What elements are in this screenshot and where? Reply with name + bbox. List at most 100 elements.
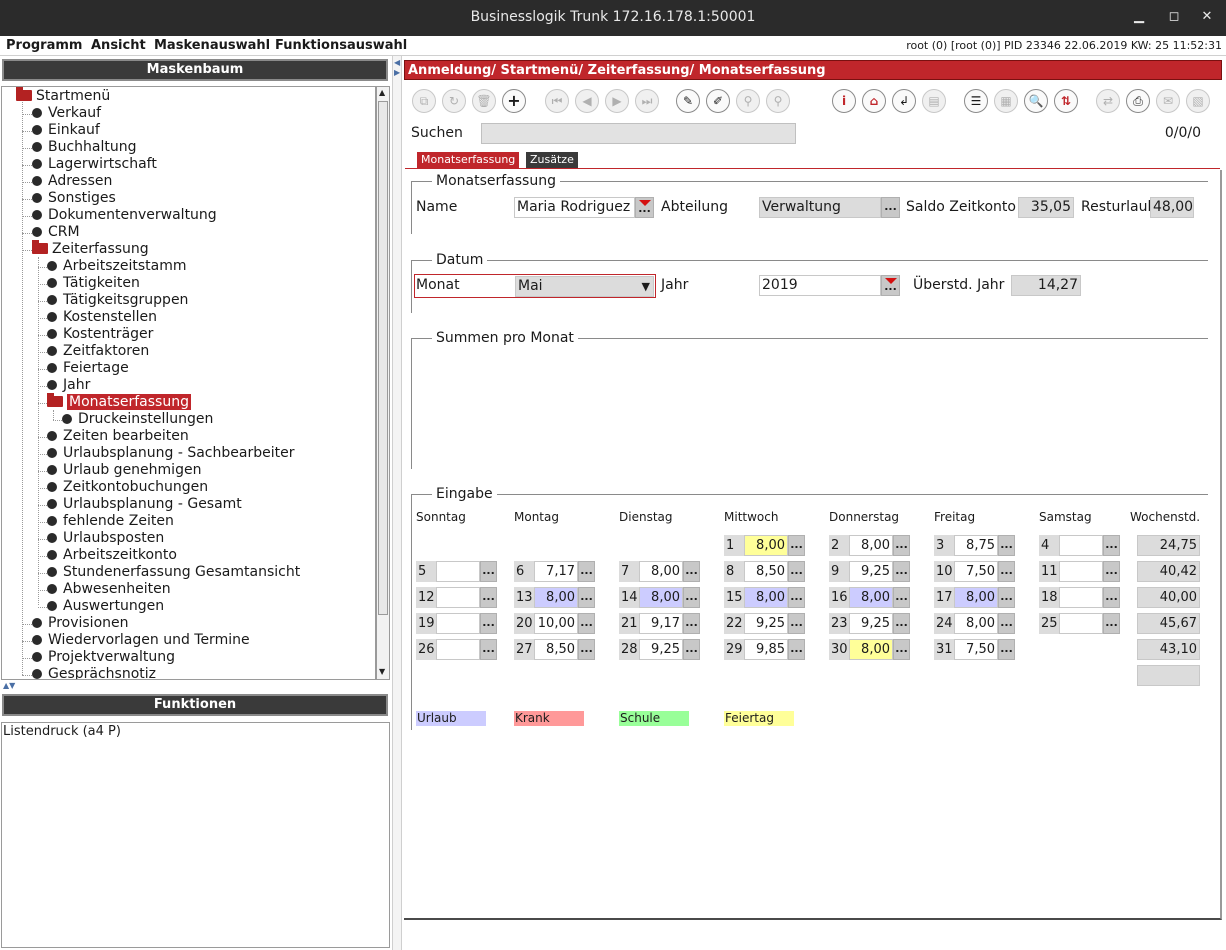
tree-item[interactable]: CRM bbox=[32, 224, 80, 241]
day-detail-button[interactable]: ... bbox=[683, 613, 700, 634]
sort-icon[interactable]: ⇅ bbox=[1054, 89, 1078, 113]
tree-item[interactable]: Zeitfaktoren bbox=[47, 343, 149, 360]
day-hours-input[interactable]: 8,00 bbox=[849, 535, 893, 556]
name-lookup-button[interactable]: ... bbox=[635, 197, 654, 218]
abteilung-lookup-button[interactable]: ... bbox=[881, 197, 900, 218]
day-hours-input[interactable]: 8,00 bbox=[639, 587, 683, 608]
day-detail-button[interactable]: ... bbox=[893, 587, 910, 608]
day-hours-input[interactable]: 8,00 bbox=[849, 639, 893, 660]
vertical-splitter[interactable]: ◀ ▶ bbox=[392, 56, 402, 950]
minimize-icon[interactable]: ▁ bbox=[1130, 8, 1148, 26]
back-icon[interactable]: ↲ bbox=[892, 89, 916, 113]
tree-item[interactable]: Wiedervorlagen und Termine bbox=[32, 632, 250, 649]
day-detail-button[interactable]: ... bbox=[578, 639, 595, 660]
transfer-icon[interactable]: ⇄ bbox=[1096, 89, 1120, 113]
tree-item[interactable]: Abwesenheiten bbox=[47, 581, 171, 598]
day-hours-input[interactable]: 10,00 bbox=[534, 613, 578, 634]
close-icon[interactable]: ✕ bbox=[1198, 8, 1216, 26]
home-icon[interactable]: ⌂ bbox=[862, 89, 886, 113]
menu-funktionsauswahl[interactable]: Funktionsauswahl bbox=[275, 38, 407, 53]
day-hours-input[interactable]: 8,75 bbox=[954, 535, 998, 556]
tree-item[interactable]: Einkauf bbox=[32, 122, 100, 139]
day-detail-button[interactable]: ... bbox=[683, 587, 700, 608]
delete-icon[interactable]: 🗑 bbox=[472, 89, 496, 113]
tree-item[interactable]: Adressen bbox=[32, 173, 112, 190]
day-detail-button[interactable]: ... bbox=[1103, 561, 1120, 582]
day-hours-input[interactable]: 9,25 bbox=[744, 613, 788, 634]
day-detail-button[interactable]: ... bbox=[1103, 587, 1120, 608]
day-hours-input[interactable]: 9,25 bbox=[849, 561, 893, 582]
tree-item[interactable]: fehlende Zeiten bbox=[47, 513, 174, 530]
tree-item[interactable]: Lagerwirtschaft bbox=[32, 156, 157, 173]
day-detail-button[interactable]: ... bbox=[998, 613, 1015, 634]
tree-item[interactable]: Zeiten bearbeiten bbox=[47, 428, 189, 445]
add-icon[interactable]: + bbox=[502, 89, 526, 113]
day-detail-button[interactable]: ... bbox=[998, 561, 1015, 582]
day-hours-input[interactable] bbox=[436, 613, 480, 634]
search-icon[interactable]: 🔍 bbox=[1024, 89, 1048, 113]
tree-item-startmenu[interactable]: Startmenü bbox=[16, 87, 110, 105]
day-hours-input[interactable]: 8,00 bbox=[534, 587, 578, 608]
day-detail-button[interactable]: ... bbox=[893, 613, 910, 634]
day-hours-input[interactable] bbox=[1059, 561, 1103, 582]
day-hours-input[interactable]: 8,00 bbox=[744, 587, 788, 608]
expand-right-icon[interactable]: ▶ bbox=[394, 68, 400, 77]
monat-select[interactable]: Mai ▼ bbox=[515, 276, 654, 297]
tree-item[interactable]: Arbeitszeitkonto bbox=[47, 547, 177, 564]
menu-maskenauswahl[interactable]: Maskenauswahl bbox=[154, 38, 270, 53]
tree-item[interactable]: Urlaubsplanung - Gesamt bbox=[47, 496, 242, 513]
day-detail-button[interactable]: ... bbox=[480, 639, 497, 660]
day-hours-input[interactable]: 7,50 bbox=[954, 639, 998, 660]
jahr-lookup-button[interactable]: ... bbox=[881, 275, 900, 296]
tree-item-monatserfassung[interactable]: Monatserfassung bbox=[47, 393, 191, 411]
day-detail-button[interactable]: ... bbox=[893, 639, 910, 660]
day-detail-button[interactable]: ... bbox=[1103, 535, 1120, 556]
day-detail-button[interactable]: ... bbox=[893, 535, 910, 556]
menu-ansicht[interactable]: Ansicht bbox=[91, 38, 146, 53]
edit-all-icon[interactable]: ✐ bbox=[706, 89, 730, 113]
day-hours-input[interactable]: 7,50 bbox=[954, 561, 998, 582]
tree-item[interactable]: Buchhaltung bbox=[32, 139, 137, 156]
day-detail-button[interactable]: ... bbox=[683, 561, 700, 582]
tree-item[interactable]: Gesprächsnotiz bbox=[32, 666, 156, 679]
first-record-icon[interactable]: ⏮ bbox=[545, 89, 569, 113]
day-detail-button[interactable]: ... bbox=[788, 561, 805, 582]
day-hours-input[interactable]: 8,00 bbox=[954, 613, 998, 634]
day-hours-input[interactable]: 8,00 bbox=[744, 535, 788, 556]
maximize-icon[interactable]: ◻ bbox=[1165, 8, 1183, 26]
tab-monatserfassung[interactable]: Monatserfassung bbox=[417, 152, 520, 168]
day-hours-input[interactable] bbox=[1059, 587, 1103, 608]
tree-item[interactable]: Jahr bbox=[47, 377, 90, 394]
tree-scrollbar[interactable]: ▲ ▼ bbox=[376, 86, 390, 680]
day-detail-button[interactable]: ... bbox=[788, 613, 805, 634]
next-record-icon[interactable]: ▶ bbox=[605, 89, 629, 113]
refresh-icon[interactable]: ↻ bbox=[442, 89, 466, 113]
tree-item[interactable]: Tätigkeitsgruppen bbox=[47, 292, 188, 309]
scroll-up-icon[interactable]: ▲ bbox=[379, 88, 385, 97]
previous-record-icon[interactable]: ◀ bbox=[575, 89, 599, 113]
name-field[interactable]: Maria Rodriguez bbox=[514, 197, 635, 218]
tree-item[interactable]: Druckeinstellungen bbox=[62, 411, 213, 428]
day-detail-button[interactable]: ... bbox=[998, 535, 1015, 556]
tree-item[interactable]: Auswertungen bbox=[47, 598, 164, 615]
tree-item[interactable]: Verkauf bbox=[32, 105, 101, 122]
tree-item[interactable]: Zeitkontobuchungen bbox=[47, 479, 208, 496]
collapse-left-icon[interactable]: ◀ bbox=[394, 58, 400, 67]
edit-icon[interactable]: ✎ bbox=[676, 89, 700, 113]
last-record-icon[interactable]: ⏭ bbox=[635, 89, 659, 113]
day-detail-button[interactable]: ... bbox=[480, 613, 497, 634]
day-detail-button[interactable]: ... bbox=[578, 613, 595, 634]
jahr-field[interactable]: 2019 bbox=[759, 275, 881, 296]
print-icon[interactable]: ⎙ bbox=[1126, 89, 1150, 113]
day-detail-button[interactable]: ... bbox=[788, 587, 805, 608]
function-item[interactable]: Listendruck (a4 P) bbox=[3, 724, 121, 739]
menu-programm[interactable]: Programm bbox=[6, 38, 82, 53]
search-input[interactable] bbox=[481, 123, 796, 144]
copy-icon[interactable]: ⧉ bbox=[412, 89, 436, 113]
tree-item[interactable]: Dokumentenverwaltung bbox=[32, 207, 217, 224]
day-hours-input[interactable] bbox=[436, 587, 480, 608]
tree-item[interactable]: Urlaub genehmigen bbox=[47, 462, 201, 479]
day-hours-input[interactable]: 9,25 bbox=[849, 613, 893, 634]
tree-item[interactable]: Projektverwaltung bbox=[32, 649, 175, 666]
attach-icon[interactable]: ✉ bbox=[1156, 89, 1180, 113]
